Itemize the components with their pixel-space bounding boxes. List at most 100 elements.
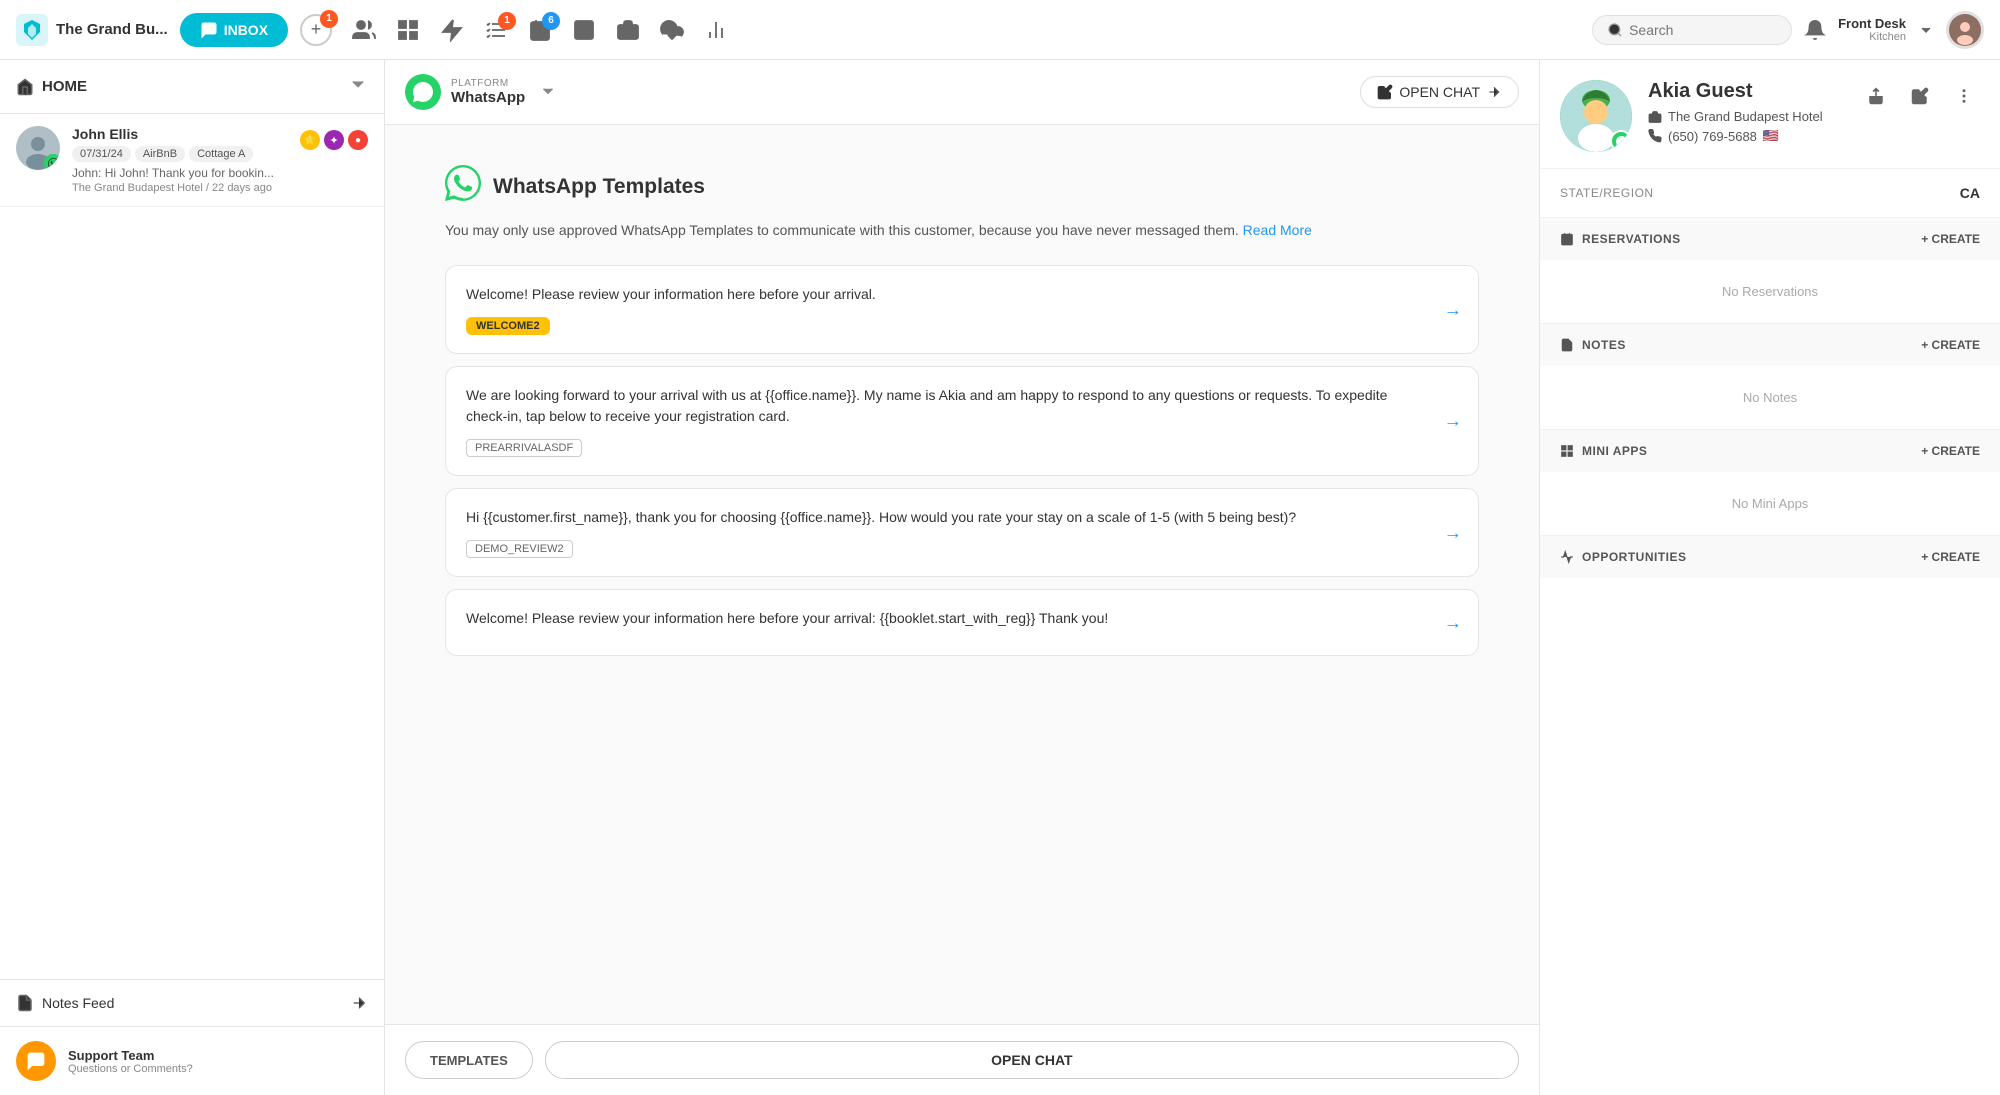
templates-tab-button[interactable]: TEMPLATES (405, 1041, 533, 1079)
chat-body: WhatsApp Templates You may only use appr… (385, 125, 1539, 1024)
reservations-title: RESERVATIONS (1560, 232, 1681, 246)
support-name: Support Team (68, 1048, 368, 1063)
template-card[interactable]: We are looking forward to your arrival w… (445, 366, 1479, 476)
platform-icon (405, 74, 441, 110)
calendar-nav-icon[interactable]: 6 (528, 18, 552, 42)
app-logo: The Grand Bu... (16, 14, 168, 46)
tag-action[interactable]: ✦ (324, 130, 344, 150)
home-label: HOME (42, 78, 87, 95)
template-card[interactable]: Welcome! Please review your information … (445, 589, 1479, 656)
home-icon (16, 78, 34, 96)
inbox-button[interactable]: INBOX (180, 13, 288, 47)
template-text: We are looking forward to your arrival w… (466, 385, 1458, 427)
reservations-empty: No Reservations (1540, 260, 2000, 323)
chat-header: PLATFORM WhatsApp OPEN CHAT (385, 60, 1539, 125)
search-icon (1607, 22, 1623, 38)
platform-text: PLATFORM WhatsApp (451, 78, 525, 106)
main-content: HOME (0, 60, 2000, 1095)
reservations-create-button[interactable]: + CREATE (1921, 232, 1980, 246)
sidebar-home-title: HOME (16, 78, 87, 96)
bolt-nav-icon[interactable] (440, 18, 464, 42)
contact-tag-date: 07/31/24 (72, 146, 131, 162)
contact-avatar (16, 126, 60, 170)
profile-hotel: The Grand Budapest Hotel (1648, 109, 1844, 124)
collapse-button[interactable] (348, 74, 368, 99)
tasks-nav-icon[interactable]: 1 (484, 18, 508, 42)
open-chat-button[interactable]: OPEN CHAT (1360, 76, 1519, 108)
chat-area: PLATFORM WhatsApp OPEN CHAT (385, 60, 1540, 1095)
bell-icon[interactable] (1804, 19, 1826, 41)
chart-nav-icon[interactable] (704, 18, 728, 42)
opportunities-create-button[interactable]: + CREATE (1921, 550, 1980, 564)
download-nav-icon[interactable] (660, 18, 684, 42)
templates-title: WhatsApp Templates (493, 175, 705, 199)
search-input[interactable] (1629, 22, 1769, 38)
user-info: Front Desk Kitchen (1838, 16, 1906, 43)
support-info: Support Team Questions or Comments? (68, 1048, 368, 1075)
open-chat-tab-button[interactable]: OPEN CHAT (545, 1041, 1519, 1079)
template-arrow-icon: → (1444, 299, 1462, 320)
right-panel: Akia Guest The Grand Budapest Hotel (650… (1540, 60, 2000, 1095)
state-region-section: STATE/REGION CA (1540, 169, 2000, 218)
state-region-row: STATE/REGION CA (1560, 185, 1980, 201)
app-name: The Grand Bu... (56, 21, 168, 38)
opportunities-section: OPPORTUNITIES + CREATE (1540, 536, 2000, 578)
notes-feed[interactable]: Notes Feed (0, 980, 384, 1026)
profile-phone: (650) 769-5688 🇺🇸 (1648, 128, 1844, 144)
alert-action[interactable]: ● (348, 130, 368, 150)
reservations-section: RESERVATIONS + CREATE No Reservations (1540, 218, 2000, 324)
conversations-badge: 1 (320, 10, 338, 28)
nav-right: Front Desk Kitchen (1804, 11, 1984, 49)
template-card[interactable]: Hi {{customer.first_name}}, thank you fo… (445, 488, 1479, 577)
support-team[interactable]: Support Team Questions or Comments? (0, 1026, 384, 1095)
calendar-badge: 6 (542, 12, 560, 30)
profile-name: Akia Guest (1648, 80, 1844, 103)
template-badge-outline: DEMO_REVIEW2 (466, 540, 573, 558)
chat-footer: TEMPLATES OPEN CHAT (385, 1024, 1539, 1095)
phone-icon (1648, 129, 1662, 143)
profile-avatar (1560, 80, 1632, 152)
top-navigation: The Grand Bu... INBOX + 1 (0, 0, 2000, 60)
state-value: CA (1960, 185, 1980, 201)
notes-create-button[interactable]: + CREATE (1921, 338, 1980, 352)
templates-header: WhatsApp Templates (445, 165, 1479, 208)
more-options-button[interactable] (1948, 80, 1980, 112)
team-nav-icon[interactable] (352, 18, 376, 42)
templates-description: You may only use approved WhatsApp Templ… (445, 220, 1479, 241)
hotel-icon (1648, 110, 1662, 124)
mini-apps-create-button[interactable]: + CREATE (1921, 444, 1980, 458)
contact-info: John Ellis 07/31/24 AirBnB Cottage A Joh… (72, 126, 288, 194)
share-profile-button[interactable] (1860, 80, 1892, 112)
table-nav-icon[interactable] (572, 18, 596, 42)
contact-tags: 07/31/24 AirBnB Cottage A (72, 146, 288, 162)
contact-tag-unit: Cottage A (189, 146, 253, 162)
dropdown-icon[interactable] (1918, 22, 1934, 38)
mini-apps-icon (1560, 444, 1574, 458)
notes-icon (16, 994, 34, 1012)
support-desc: Questions or Comments? (68, 1063, 368, 1075)
template-card[interactable]: Welcome! Please review your information … (445, 265, 1479, 354)
grid-nav-icon[interactable] (396, 18, 420, 42)
contact-list-item[interactable]: John Ellis 07/31/24 AirBnB Cottage A Joh… (0, 114, 384, 207)
edit-profile-button[interactable] (1904, 80, 1936, 112)
template-badge-outline: PREARRIVALASDF (466, 439, 582, 457)
opportunities-icon (1560, 550, 1574, 564)
search-box[interactable] (1592, 15, 1792, 45)
avatar[interactable] (1946, 11, 1984, 49)
sidebar: HOME (0, 60, 385, 1095)
briefcase-nav-icon[interactable] (616, 18, 640, 42)
platform-dropdown[interactable] (539, 82, 557, 103)
contact-profile: Akia Guest The Grand Budapest Hotel (650… (1540, 60, 2000, 169)
sidebar-header: HOME (0, 60, 384, 114)
reservations-header: RESERVATIONS + CREATE (1540, 218, 2000, 260)
template-badge: WELCOME2 (466, 317, 550, 335)
template-cards-container: Welcome! Please review your information … (445, 265, 1479, 656)
add-button[interactable]: + 1 (300, 14, 332, 46)
star-action[interactable]: ⭐ (300, 130, 320, 150)
read-more-link[interactable]: Read More (1243, 222, 1312, 238)
contact-preview: John: Hi John! Thank you for bookin... (72, 166, 288, 180)
notes-section: NOTES + CREATE No Notes (1540, 324, 2000, 430)
whatsapp-logo (445, 165, 481, 208)
contact-hotel: The Grand Budapest Hotel / 22 days ago (72, 182, 288, 194)
contact-name: John Ellis (72, 126, 288, 142)
